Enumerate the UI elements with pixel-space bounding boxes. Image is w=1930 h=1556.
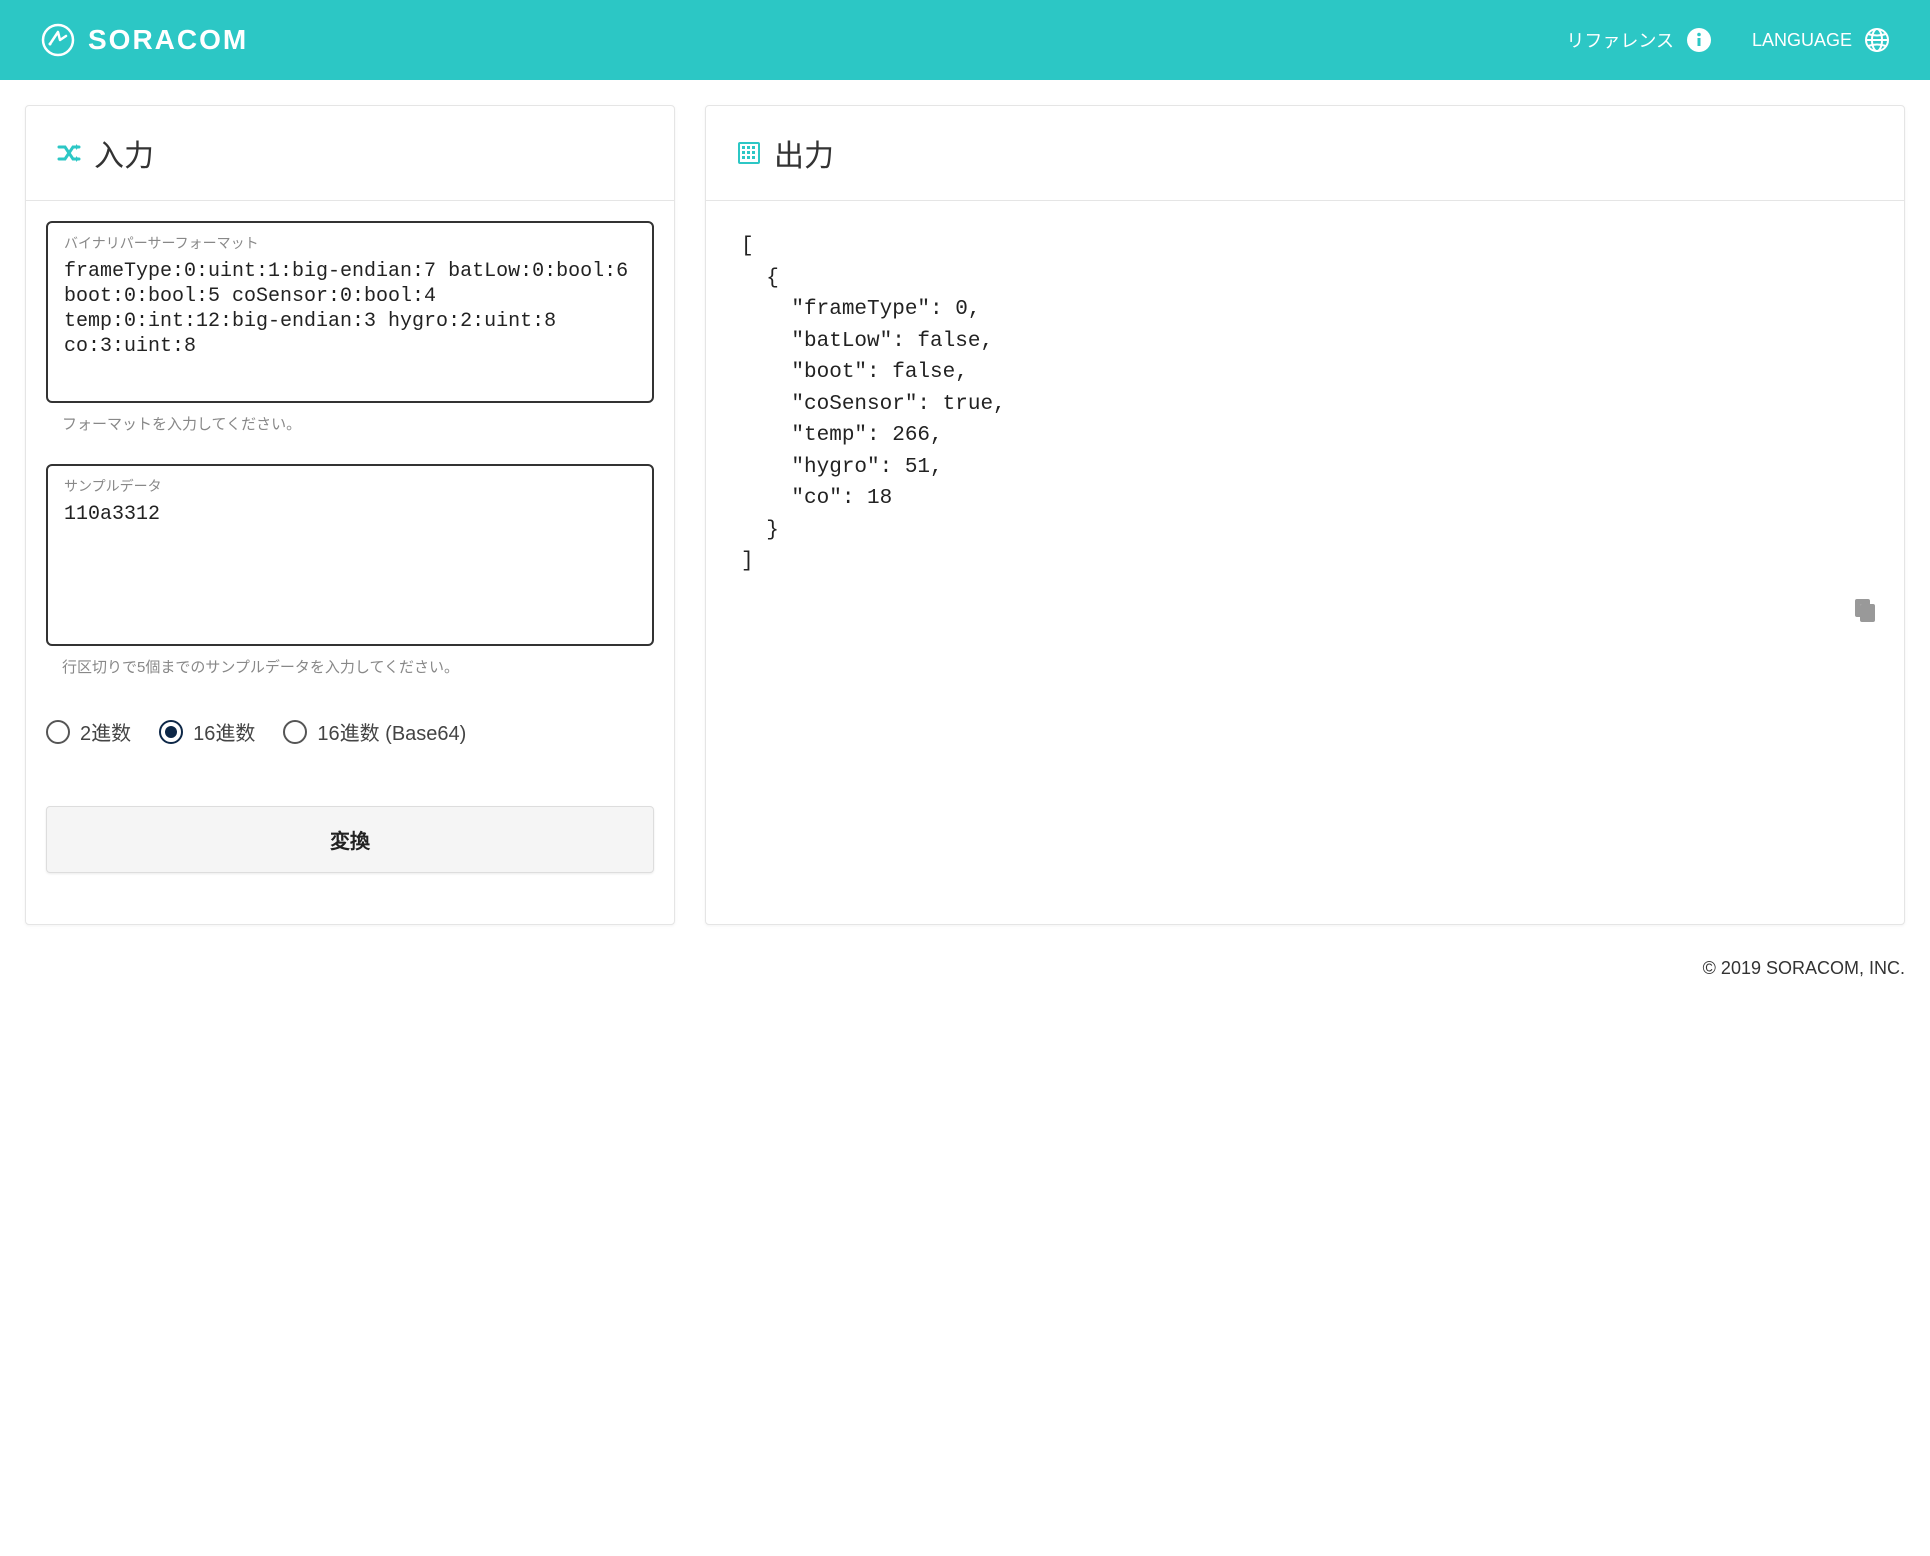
radio-circle-icon [46,720,70,744]
info-icon [1686,27,1712,53]
footer: © 2019 SORACOM, INC. [0,950,1930,999]
radio-circle-icon [159,720,183,744]
main-content: 入力 バイナリパーサーフォーマット フォーマットを入力してください。 サンプルデ… [0,80,1930,950]
language-label: LANGUAGE [1752,30,1852,51]
shuffle-icon [56,140,82,166]
input-title: 入力 [94,131,154,175]
sample-helper: 行区切りで5個までのサンプルデータを入力してください。 [46,656,654,677]
header: SORACOM リファレンス LANGUAGE [0,0,1930,80]
reference-link[interactable]: リファレンス [1566,27,1712,53]
radio-option-0[interactable]: 2進数 [46,717,131,746]
format-field-label: バイナリパーサーフォーマット [64,233,636,253]
input-panel: 入力 バイナリパーサーフォーマット フォーマットを入力してください。 サンプルデ… [25,105,675,925]
sample-field-box[interactable]: サンプルデータ [46,464,654,646]
sample-input[interactable] [64,502,636,627]
convert-button[interactable]: 変換 [46,806,654,873]
brand-text: SORACOM [88,24,248,56]
header-right: リファレンス LANGUAGE [1566,27,1890,53]
logo[interactable]: SORACOM [40,22,248,58]
output-panel: 出力 [ { "frameType": 0, "batLow": false, … [705,105,1905,925]
format-helper: フォーマットを入力してください。 [46,413,654,434]
input-panel-header: 入力 [26,106,674,201]
globe-icon [1864,27,1890,53]
output-panel-header: 出力 [706,106,1904,201]
radio-option-1[interactable]: 16進数 [159,717,255,746]
copy-icon[interactable] [1851,596,1879,624]
input-panel-body: バイナリパーサーフォーマット フォーマットを入力してください。 サンプルデータ … [26,201,674,893]
radio-circle-icon [283,720,307,744]
radio-label: 16進数 [193,717,255,746]
reference-label: リファレンス [1566,27,1674,53]
radio-option-2[interactable]: 16進数 (Base64) [283,717,466,746]
sample-field-label: サンプルデータ [64,476,636,496]
radio-label: 16進数 (Base64) [317,717,466,746]
format-field-box[interactable]: バイナリパーサーフォーマット [46,221,654,403]
radio-label: 2進数 [80,717,131,746]
output-title: 出力 [774,131,834,175]
grid-icon [736,140,762,166]
format-input[interactable] [64,259,636,384]
soracom-logo-icon [40,22,76,58]
radix-radio-group: 2進数 16進数 16進数 (Base64) [46,717,654,746]
format-field-group: バイナリパーサーフォーマット フォーマットを入力してください。 [46,221,654,434]
output-result: [ { "frameType": 0, "batLow": false, "bo… [706,201,1904,608]
language-selector[interactable]: LANGUAGE [1752,27,1890,53]
copyright-text: © 2019 SORACOM, INC. [1703,958,1905,978]
sample-field-group: サンプルデータ 行区切りで5個までのサンプルデータを入力してください。 [46,464,654,677]
